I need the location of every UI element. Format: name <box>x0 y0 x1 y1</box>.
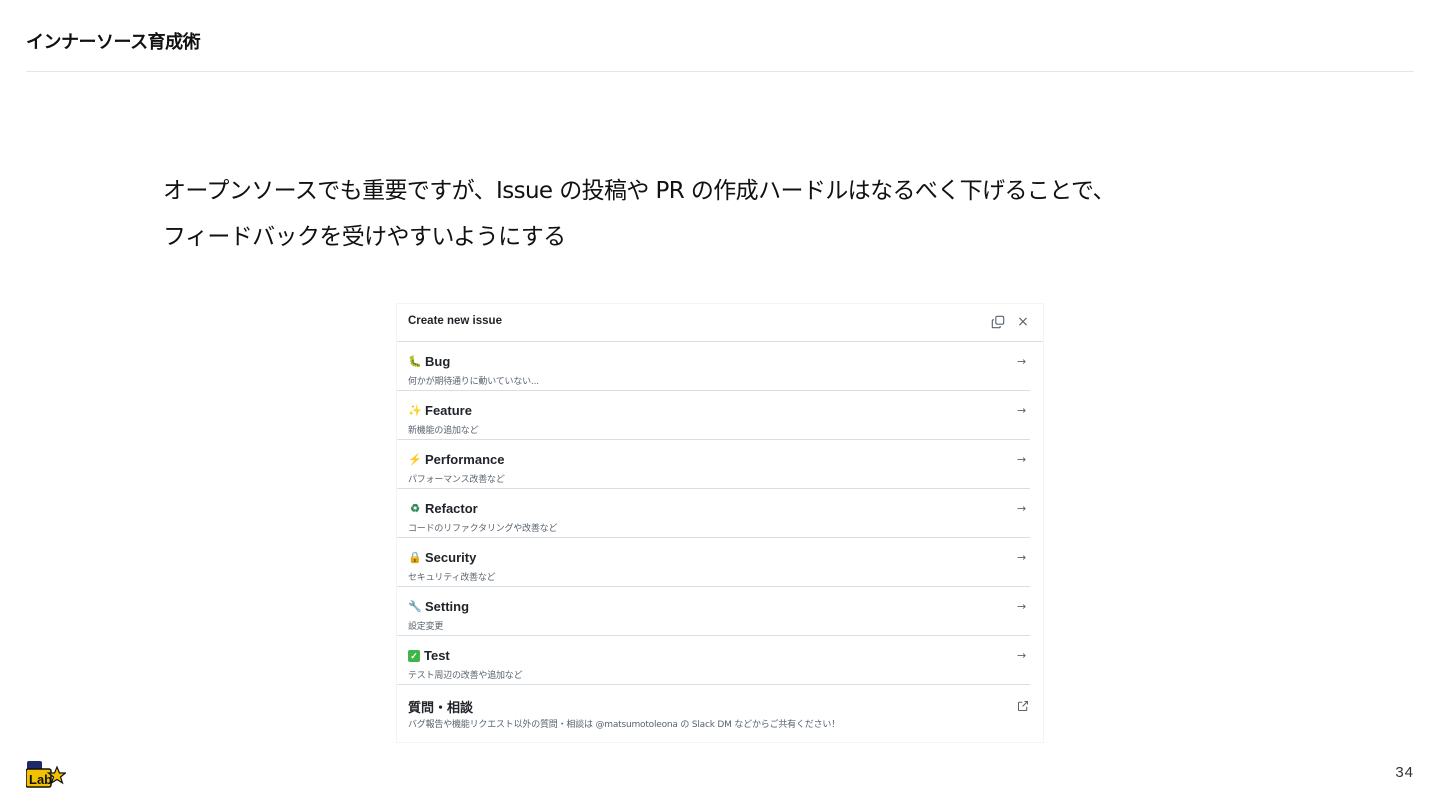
recycle-icon: ♻ <box>410 503 420 515</box>
template-description: 新機能の追加など <box>408 426 479 436</box>
caterpillar-icon: 🐛 <box>408 356 422 368</box>
template-description: セキュリティ改善など <box>408 573 496 583</box>
header-divider <box>26 71 1414 72</box>
arrow-right-icon: → <box>1017 453 1027 466</box>
wrench-icon: 🔧 <box>408 601 422 613</box>
issue-template-security[interactable]: 🔒 Security セキュリティ改善など → <box>397 538 1030 587</box>
arrow-right-icon: → <box>1017 649 1027 662</box>
dialog-title: Create new issue <box>408 315 502 327</box>
template-description: 何かが期待通りに動いていない... <box>408 377 539 387</box>
page-number: 34 <box>1395 764 1414 781</box>
arrow-right-icon: → <box>1017 404 1027 417</box>
lock-icon: 🔒 <box>408 552 422 564</box>
template-title: ♻ Refactor <box>408 501 478 516</box>
sparkles-icon: ✨ <box>408 405 422 417</box>
template-description: 設定変更 <box>408 622 444 632</box>
template-description: コードのリファクタリングや改善など <box>408 524 558 534</box>
issue-template-setting[interactable]: 🔧 Setting 設定変更 → <box>397 587 1030 636</box>
template-title-text: Performance <box>425 452 505 467</box>
copy-icon[interactable] <box>989 313 1007 331</box>
issue-template-question[interactable]: 質問・相談 バグ報告や機能リクエスト以外の質問・相談は @matsumotole… <box>397 685 1030 733</box>
slide-header: インナーソース育成術 <box>26 32 201 53</box>
arrow-right-icon: → <box>1017 355 1027 368</box>
dialog-header: Create new issue × <box>397 304 1043 342</box>
check-icon: ✓ <box>408 649 420 662</box>
template-title: ✨ Feature <box>408 403 472 418</box>
template-title-text: Setting <box>425 599 470 614</box>
template-title: 質問・相談 <box>408 697 473 716</box>
template-title-text: Test <box>424 648 450 663</box>
lead-line-2: フィードバックを受けやすいようにする <box>163 224 566 250</box>
teamlab-logo: Lab <box>25 759 68 789</box>
lead-text: オープンソースでも重要ですが、Issue の投稿や PR の作成ハードルはなるべ… <box>163 168 1313 260</box>
issue-template-bug[interactable]: 🐛 Bug 何かが期待通りに動いていない... → <box>397 342 1030 391</box>
arrow-right-icon: → <box>1017 502 1027 515</box>
issue-template-list: 🐛 Bug 何かが期待通りに動いていない... → ✨ Feature 新機能の… <box>397 342 1030 733</box>
lead-line-1: オープンソースでも重要ですが、Issue の投稿や PR の作成ハードルはなるべ… <box>163 178 1115 204</box>
template-description: テスト周辺の改善や追加など <box>408 671 523 681</box>
issue-template-refactor[interactable]: ♻ Refactor コードのリファクタリングや改善など → <box>397 489 1030 538</box>
template-title-text: Feature <box>425 403 472 418</box>
template-description: パフォーマンス改善など <box>408 475 505 485</box>
close-icon[interactable]: × <box>1014 313 1032 331</box>
template-title-text: 質問・相談 <box>408 700 474 715</box>
issue-template-performance[interactable]: ⚡ Performance パフォーマンス改善など → <box>397 440 1030 489</box>
template-title-text: Bug <box>425 354 451 369</box>
issue-template-feature[interactable]: ✨ Feature 新機能の追加など → <box>397 391 1030 440</box>
arrow-right-icon: → <box>1017 551 1027 564</box>
external-link-icon <box>1017 697 1029 712</box>
issue-template-test[interactable]: ✓ Test テスト周辺の改善や追加など → <box>397 636 1030 685</box>
create-issue-dialog: Create new issue × 🐛 Bug 何かが期待通りに動いていない.… <box>397 304 1043 742</box>
template-title: 🔒 Security <box>408 550 476 565</box>
template-description: バグ報告や機能リクエスト以外の質問・相談は @matsumotoleona の … <box>408 720 840 730</box>
template-title: 🐛 Bug <box>408 354 450 369</box>
template-title-text: Refactor <box>425 501 478 516</box>
template-title: ⚡ Performance <box>408 452 504 467</box>
template-title: 🔧 Setting <box>408 599 469 614</box>
zap-icon: ⚡ <box>408 454 422 466</box>
template-title: ✓ Test <box>408 648 450 663</box>
arrow-right-icon: → <box>1017 600 1027 613</box>
logo-text: Lab <box>29 772 52 787</box>
template-title-text: Security <box>425 550 477 565</box>
